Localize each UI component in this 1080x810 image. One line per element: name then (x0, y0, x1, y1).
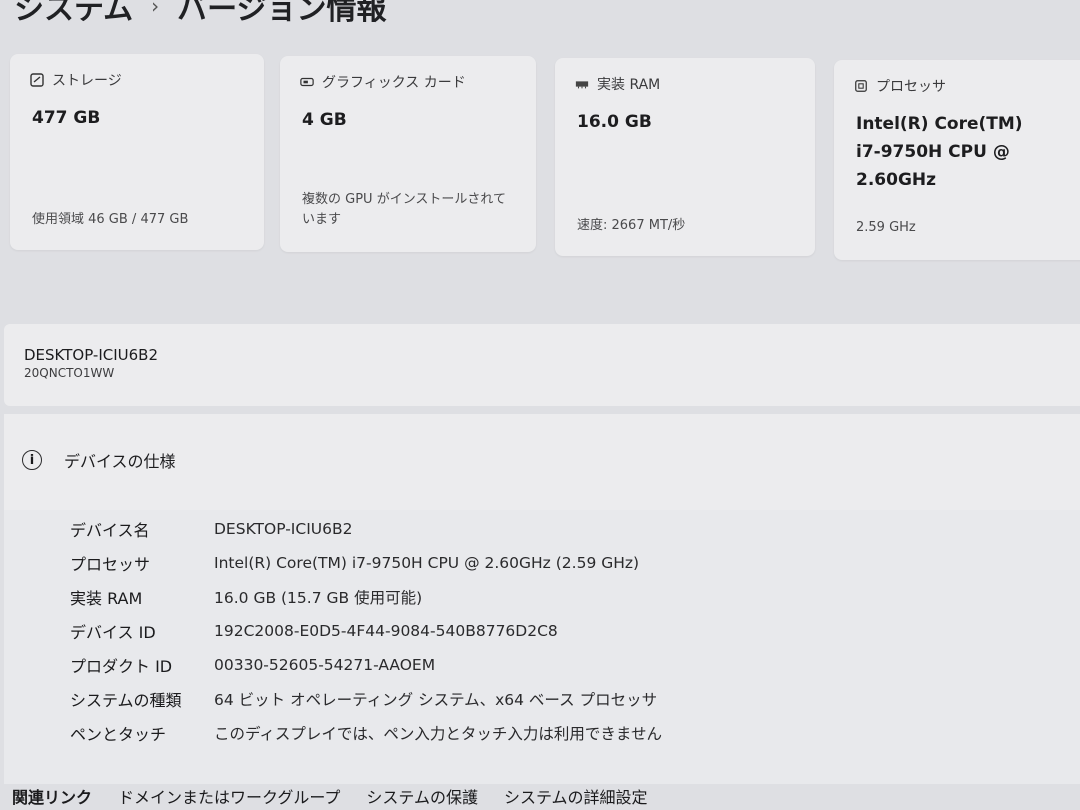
processor-label-row: プロセッサ (854, 76, 946, 96)
graphics-card[interactable]: グラフィックス カード 4 GB 複数の GPU がインストールされています (280, 56, 536, 252)
ram-value: 16.0 GB (577, 112, 652, 132)
spec-value: 192C2008-E0D5-4F44-9084-540B8776D2C8 (214, 622, 558, 640)
graphics-label: グラフィックス カード (322, 75, 466, 91)
ram-speed: 速度: 2667 MT/秒 (577, 218, 686, 233)
spec-key: システムの種類 (70, 691, 182, 710)
spec-value: DESKTOP-ICIU6B2 (214, 520, 353, 538)
device-name-section[interactable]: DESKTOP-ICIU6B2 20QNCTO1WW (4, 324, 1080, 406)
storage-card[interactable]: ストレージ 477 GB 使用領域 46 GB / 477 GB (10, 54, 264, 250)
graphics-note: 複数の GPU がインストールされています (302, 192, 507, 227)
processor-card[interactable]: プロセッサ Intel(R) Core(TM) i7-9750H CPU @ 2… (834, 60, 1080, 260)
storage-label-row: ストレージ (30, 70, 122, 90)
spec-row-processor: プロセッサ Intel(R) Core(TM) i7-9750H CPU @ 2… (70, 546, 970, 580)
page-title: バージョン情報 (177, 0, 387, 27)
spec-value: このディスプレイでは、ペン入力とタッチ入力は利用できません (214, 725, 662, 743)
processor-value: Intel(R) Core(TM) i7-9750H CPU @ 2.60GHz (856, 114, 1023, 190)
related-links-title: 関連リンク (12, 788, 93, 807)
link-system-protection[interactable]: システムの保護 (366, 784, 478, 808)
spec-value: 64 ビット オペレーティング システム、x64 ベース プロセッサ (214, 691, 658, 709)
ram-label: 実装 RAM (597, 77, 661, 93)
spec-key: 実装 RAM (70, 589, 143, 608)
graphics-value: 4 GB (302, 110, 347, 130)
breadcrumb: システム › バージョン情報 (14, 0, 387, 28)
info-icon: i (22, 450, 42, 470)
spec-row-device-name: デバイス名 DESKTOP-ICIU6B2 (70, 512, 970, 546)
ram-card[interactable]: 実装 RAM 16.0 GB 速度: 2667 MT/秒 (555, 58, 815, 256)
graphics-card-icon (300, 75, 314, 89)
spec-value: Intel(R) Core(TM) i7-9750H CPU @ 2.60GHz… (214, 554, 640, 572)
processor-label: プロセッサ (876, 79, 946, 95)
link-advanced-system-settings[interactable]: システムの詳細設定 (504, 784, 648, 808)
storage-value: 477 GB (32, 108, 101, 128)
device-specs-title: デバイスの仕様 (64, 452, 176, 471)
device-hostname: DESKTOP-ICIU6B2 (24, 346, 158, 364)
spec-row-device-id: デバイス ID 192C2008-E0D5-4F44-9084-540B8776… (70, 614, 970, 648)
processor-icon (854, 79, 868, 93)
memory-icon (575, 77, 589, 91)
device-specs-table: デバイス名 DESKTOP-ICIU6B2 プロセッサ Intel(R) Cor… (70, 512, 970, 750)
processor-speed: 2.59 GHz (856, 220, 916, 235)
storage-label: ストレージ (52, 73, 122, 89)
storage-icon (30, 73, 44, 87)
storage-usage: 使用領域 46 GB / 477 GB (32, 212, 189, 227)
spec-key: デバイス ID (70, 623, 156, 642)
breadcrumb-separator: › (151, 0, 160, 18)
spec-key: プロダクト ID (70, 657, 173, 676)
spec-row-pen-touch: ペンとタッチ このディスプレイでは、ペン入力とタッチ入力は利用できません (70, 716, 970, 750)
spec-key: プロセッサ (70, 555, 151, 574)
device-model: 20QNCTO1WW (24, 366, 115, 380)
device-specs-header-row: i デバイスの仕様 (22, 448, 176, 472)
spec-value: 00330-52605-54271-AAOEM (214, 656, 436, 674)
link-domain-workgroup[interactable]: ドメインまたはワークグループ (118, 784, 340, 808)
spec-value: 16.0 GB (15.7 GB 使用可能) (214, 589, 423, 607)
spec-key: デバイス名 (70, 521, 150, 540)
spec-row-ram: 実装 RAM 16.0 GB (15.7 GB 使用可能) (70, 580, 970, 614)
graphics-label-row: グラフィックス カード (300, 72, 466, 92)
ram-label-row: 実装 RAM (575, 74, 660, 94)
breadcrumb-parent[interactable]: システム (14, 0, 133, 28)
spec-row-system-type: システムの種類 64 ビット オペレーティング システム、x64 ベース プロセ… (70, 682, 970, 716)
spec-row-product-id: プロダクト ID 00330-52605-54271-AAOEM (70, 648, 970, 682)
related-links-bar: 関連リンク ドメインまたはワークグループ システムの保護 システムの詳細設定 (12, 784, 647, 808)
spec-key: ペンとタッチ (70, 725, 167, 744)
